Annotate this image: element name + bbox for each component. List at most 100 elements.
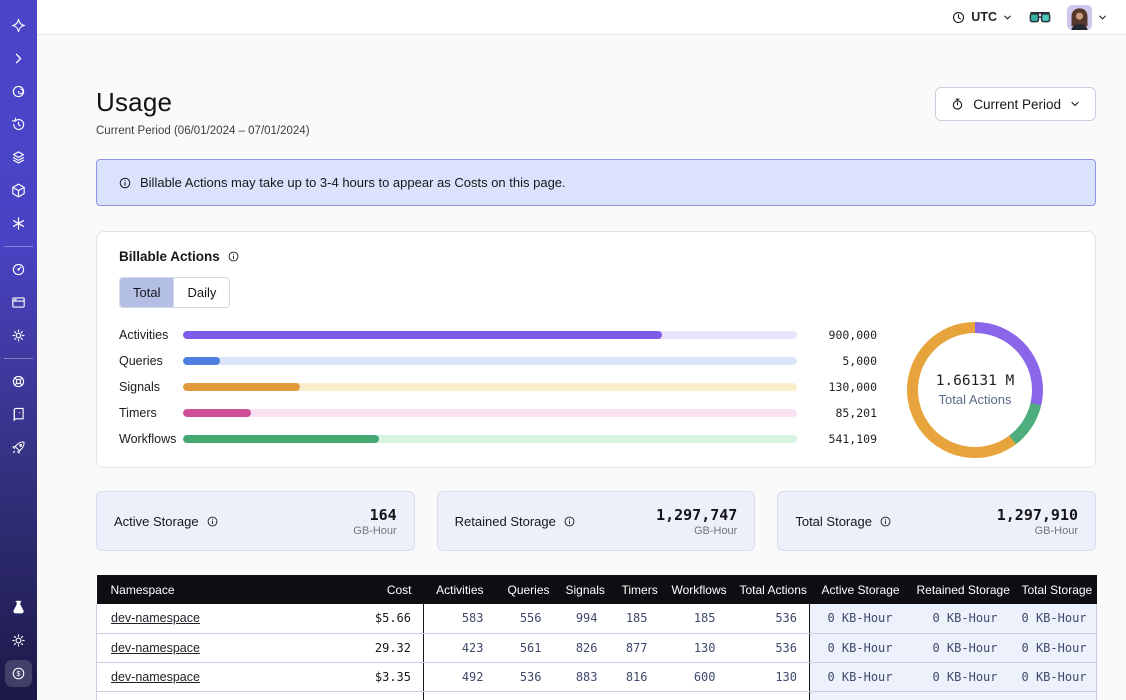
chevron-down-icon — [1002, 12, 1013, 23]
period-dropdown-button[interactable]: Current Period — [935, 87, 1096, 121]
timers-cell: 877 — [610, 633, 660, 662]
cost-cell: 29.32 — [332, 633, 424, 662]
bar-label: Activities — [119, 328, 183, 342]
active-storage-cell: 0 KB-Hour — [810, 604, 905, 633]
bar-fill — [183, 435, 379, 443]
activities-cell: 423 — [424, 633, 496, 662]
bar-row-signals: Signals130,000 — [119, 374, 877, 400]
bar-fill — [183, 409, 251, 417]
cost-cell — [332, 691, 424, 700]
timers-cell: 185 — [610, 604, 660, 633]
signals-cell: 994 — [554, 604, 610, 633]
col-cost: Cost — [332, 575, 424, 604]
info-icon[interactable] — [206, 515, 219, 528]
theme-sun-icon[interactable] — [5, 627, 32, 654]
bar-label: Timers — [119, 406, 183, 420]
info-icon[interactable] — [563, 515, 576, 528]
browser-window-icon[interactable] — [5, 289, 32, 316]
layers-icon[interactable] — [5, 144, 32, 171]
timers-cell — [610, 691, 660, 700]
bar-row-timers: Timers85,201 — [119, 400, 877, 426]
stopwatch-icon — [950, 96, 965, 112]
active-storage-value: 164 — [353, 506, 396, 524]
timers-cell: 816 — [610, 662, 660, 691]
total-storage-cell — [1010, 691, 1097, 700]
table-row: dev-namespace — [97, 691, 1097, 700]
activities-cell — [424, 691, 496, 700]
col-signals: Signals — [554, 575, 610, 604]
bar-label: Signals — [119, 380, 183, 394]
col-workflows: Workflows — [660, 575, 728, 604]
labs-flask-icon[interactable] — [5, 594, 32, 621]
col-activities: Activities — [424, 575, 496, 604]
col-queries: Queries — [496, 575, 554, 604]
activities-cell: 583 — [424, 604, 496, 633]
col-active-storage: Active Storage — [810, 575, 905, 604]
info-icon[interactable] — [879, 515, 892, 528]
tab-daily[interactable]: Daily — [173, 278, 229, 307]
queries-cell: 561 — [496, 633, 554, 662]
nexus-asterisk-icon[interactable] — [5, 210, 32, 237]
expand-chevron-icon[interactable] — [5, 45, 32, 72]
signals-cell: 883 — [554, 662, 610, 691]
avatar — [1067, 5, 1092, 30]
docs-book-icon[interactable] — [5, 401, 32, 428]
billable-actions-bar-chart: Activities900,000Queries5,000Signals130,… — [119, 322, 877, 458]
getting-started-rocket-icon[interactable] — [5, 434, 32, 461]
banner-text: Billable Actions may take up to 3-4 hour… — [140, 175, 566, 190]
chevron-down-icon — [1069, 98, 1081, 110]
total-actions-donut-chart: 1.66131 M Total Actions — [907, 322, 1043, 458]
bar-fill — [183, 383, 300, 391]
account-menu[interactable] — [1067, 5, 1108, 30]
retained-storage-cell — [905, 691, 1010, 700]
info-banner: Billable Actions may take up to 3-4 hour… — [96, 159, 1096, 206]
usage-gauge-icon[interactable] — [5, 256, 32, 283]
bar-track — [183, 383, 797, 391]
settings-gear-icon[interactable] — [5, 322, 32, 349]
namespaces-icon[interactable] — [5, 78, 32, 105]
namespace-link[interactable]: dev-namespace — [111, 641, 200, 655]
support-lifebuoy-icon[interactable] — [5, 368, 32, 395]
sidebar-divider — [4, 246, 33, 247]
retained-storage-cell: 0 KB-Hour — [905, 604, 1010, 633]
active-storage-card: Active Storage 164 GB-Hour — [96, 491, 415, 551]
activities-cell: 492 — [424, 662, 496, 691]
info-icon[interactable] — [227, 250, 240, 263]
timezone-selector[interactable]: UTC — [951, 10, 1013, 25]
tab-total[interactable]: Total — [120, 278, 173, 307]
retained-storage-unit: GB-Hour — [656, 525, 737, 537]
billable-actions-title: Billable Actions — [119, 249, 220, 264]
total-storage-cell: 0 KB-Hour — [1010, 633, 1097, 662]
namespace-link[interactable]: dev-namespace — [111, 670, 200, 684]
cost-cell: $5.66 — [332, 604, 424, 633]
schedules-icon[interactable] — [5, 111, 32, 138]
total-actions-cell — [728, 691, 810, 700]
total-actions-cell: 536 — [728, 604, 810, 633]
total-storage-cell: 0 KB-Hour — [1010, 662, 1097, 691]
namespace-cell: dev-namespace — [97, 633, 332, 662]
temporal-logo-icon[interactable] — [5, 12, 32, 39]
namespace-link[interactable]: dev-namespace — [111, 611, 200, 625]
bar-label: Queries — [119, 354, 183, 368]
bar-track — [183, 331, 797, 339]
sidebar-divider — [4, 358, 33, 359]
clock-icon — [951, 10, 966, 25]
billing-dollar-icon[interactable]: $ — [5, 660, 32, 687]
queries-cell: 556 — [496, 604, 554, 633]
bar-fill — [183, 357, 220, 365]
table-row: dev-namespace$5.665835569941851855360 KB… — [97, 604, 1097, 633]
deployments-cube-icon[interactable] — [5, 177, 32, 204]
bar-fill — [183, 331, 662, 339]
bar-track — [183, 409, 797, 417]
bar-track — [183, 357, 797, 365]
total-actions-cell: 536 — [728, 633, 810, 662]
dev-glasses-icon[interactable] — [1029, 10, 1051, 25]
retained-storage-label: Retained Storage — [455, 514, 556, 529]
total-storage-cell: 0 KB-Hour — [1010, 604, 1097, 633]
col-total-storage: Total Storage — [1010, 575, 1097, 604]
total-storage-label: Total Storage — [795, 514, 872, 529]
col-namespace: Namespace — [97, 575, 332, 604]
total-actions-value: 1.66131 M — [936, 373, 1015, 389]
bar-value: 5,000 — [797, 354, 877, 368]
bar-track — [183, 435, 797, 443]
